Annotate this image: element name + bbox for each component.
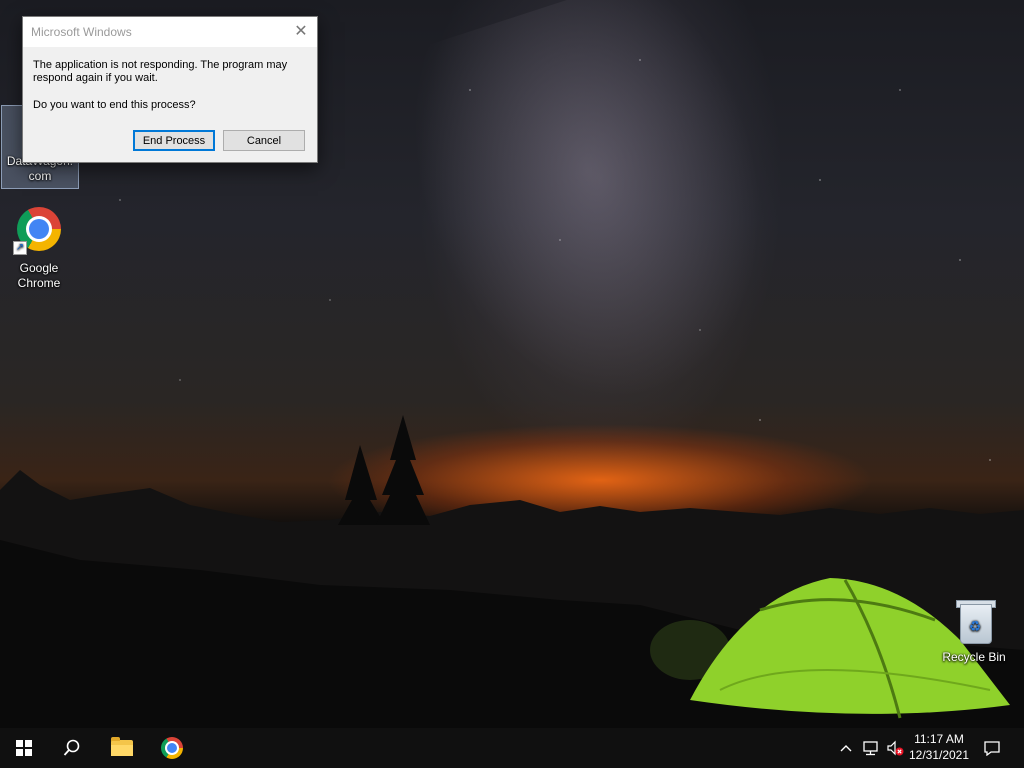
dialog-titlebar[interactable]: Microsoft Windows ✕	[23, 17, 317, 47]
end-process-button[interactable]: End Process	[133, 130, 215, 151]
clock-time: 11:17 AM	[914, 732, 964, 746]
start-button[interactable]	[0, 728, 48, 768]
dialog-buttons: End Process Cancel	[133, 130, 305, 151]
chrome-icon	[161, 737, 183, 759]
recycle-bin-icon: ♻	[950, 600, 998, 648]
cancel-button[interactable]: Cancel	[223, 130, 305, 151]
not-responding-dialog: Microsoft Windows ✕ The application is n…	[22, 16, 318, 163]
taskbar-chrome[interactable]	[148, 728, 196, 768]
volume-muted-icon	[887, 740, 904, 756]
chrome-icon: ↗	[13, 205, 63, 255]
action-center-icon	[984, 741, 1000, 756]
dialog-title: Microsoft Windows	[31, 25, 132, 39]
taskbar-file-explorer[interactable]	[98, 728, 146, 768]
taskbar: 11:17 AM 12/31/2021	[0, 728, 1024, 768]
tray-overflow-chevron[interactable]	[836, 728, 856, 768]
dialog-body: The application is not responding. The p…	[23, 47, 317, 112]
search-icon	[63, 739, 80, 756]
action-center-button[interactable]	[978, 728, 1006, 768]
file-explorer-icon	[111, 737, 133, 756]
network-icon	[863, 741, 878, 756]
tray-volume[interactable]	[884, 728, 906, 768]
chevron-up-icon	[840, 745, 852, 752]
search-button[interactable]	[48, 728, 96, 768]
desktop-icon-label: Recycle Bin	[942, 650, 1006, 664]
windows-logo-icon	[16, 740, 32, 756]
desktop-icon-google-chrome[interactable]: ↗ Google Chrome	[1, 205, 77, 291]
dialog-question: Do you want to end this process?	[33, 99, 196, 111]
close-icon[interactable]: ✕	[285, 17, 317, 47]
shortcut-arrow-icon: ↗	[13, 241, 27, 255]
tray-network[interactable]	[860, 728, 882, 768]
desktop-icon-label: Google Chrome	[17, 261, 61, 290]
clock-date: 12/31/2021	[908, 748, 970, 762]
desktop-icon-recycle-bin[interactable]: ♻ Recycle Bin	[936, 600, 1012, 665]
taskbar-clock[interactable]: 11:17 AM 12/31/2021	[904, 731, 974, 763]
dialog-message: The application is not responding. The p…	[33, 59, 288, 84]
